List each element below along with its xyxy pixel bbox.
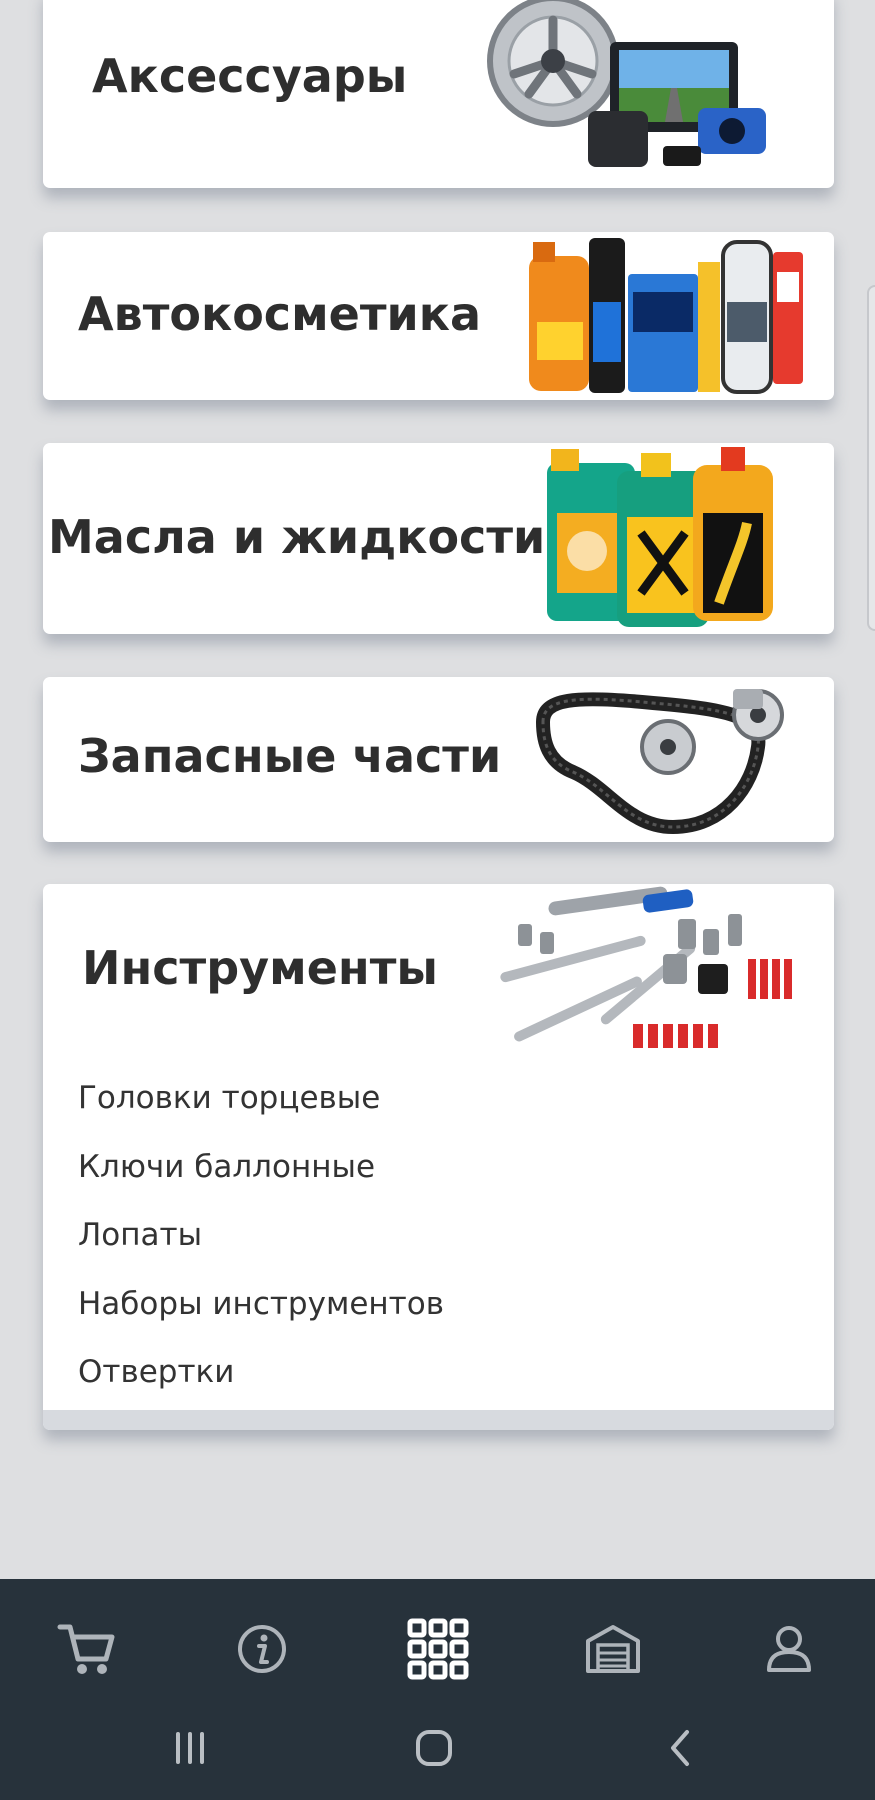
system-back-button[interactable] xyxy=(650,1718,710,1778)
category-title: Инструменты xyxy=(82,941,438,995)
oils-fluids-image xyxy=(547,447,773,627)
subcategory-item[interactable]: Наборы инструментов xyxy=(78,1270,444,1339)
category-card-accessories[interactable]: Аксессуары xyxy=(43,0,834,188)
category-card-tools[interactable]: Инструменты Головки торцевые Ключи балло… xyxy=(43,884,834,1430)
catalog-screen: Аксессуары Автокосметика Масла и жидкост… xyxy=(0,0,875,1800)
category-card-spare-parts[interactable]: Запасные части xyxy=(43,677,834,842)
tools-subcategory-list: Головки торцевые Ключи баллонные Лопаты … xyxy=(78,1064,444,1407)
garage-icon xyxy=(586,1625,640,1673)
category-title: Запасные части xyxy=(78,729,502,783)
nav-profile-button[interactable] xyxy=(749,1609,829,1689)
nav-cart-button[interactable] xyxy=(46,1609,126,1689)
nav-info-button[interactable] xyxy=(222,1609,302,1689)
category-title: Масла и жидкости xyxy=(48,510,546,564)
category-card-oils-fluids[interactable]: Масла и жидкости xyxy=(43,443,834,634)
card-footer xyxy=(43,1410,834,1430)
profile-icon xyxy=(767,1626,811,1672)
edge-panel-handle[interactable] xyxy=(867,285,875,631)
category-card-car-cosmetics[interactable]: Автокосметика xyxy=(43,232,834,400)
system-recent-apps-button[interactable] xyxy=(160,1718,220,1778)
catalog-grid-icon xyxy=(407,1618,469,1680)
accessories-image xyxy=(487,0,766,167)
cart-icon xyxy=(57,1624,115,1674)
category-title: Автокосметика xyxy=(78,287,482,341)
back-icon xyxy=(671,1730,689,1766)
nav-catalog-button[interactable] xyxy=(398,1609,478,1689)
home-icon xyxy=(416,1730,452,1766)
subcategory-item[interactable]: Отвертки xyxy=(78,1338,444,1407)
spare-parts-image xyxy=(535,689,784,835)
subcategory-item[interactable]: Головки торцевые xyxy=(78,1064,444,1133)
subcategory-item[interactable]: Лопаты xyxy=(78,1201,444,1270)
recent-apps-icon xyxy=(176,1732,204,1764)
tools-image xyxy=(500,886,792,1048)
category-title: Аксессуары xyxy=(92,49,408,103)
info-icon xyxy=(238,1625,286,1673)
system-home-button[interactable] xyxy=(404,1718,464,1778)
car-cosmetics-image xyxy=(529,238,803,394)
nav-garage-button[interactable] xyxy=(573,1609,653,1689)
subcategory-item[interactable]: Ключи баллонные xyxy=(78,1133,444,1202)
